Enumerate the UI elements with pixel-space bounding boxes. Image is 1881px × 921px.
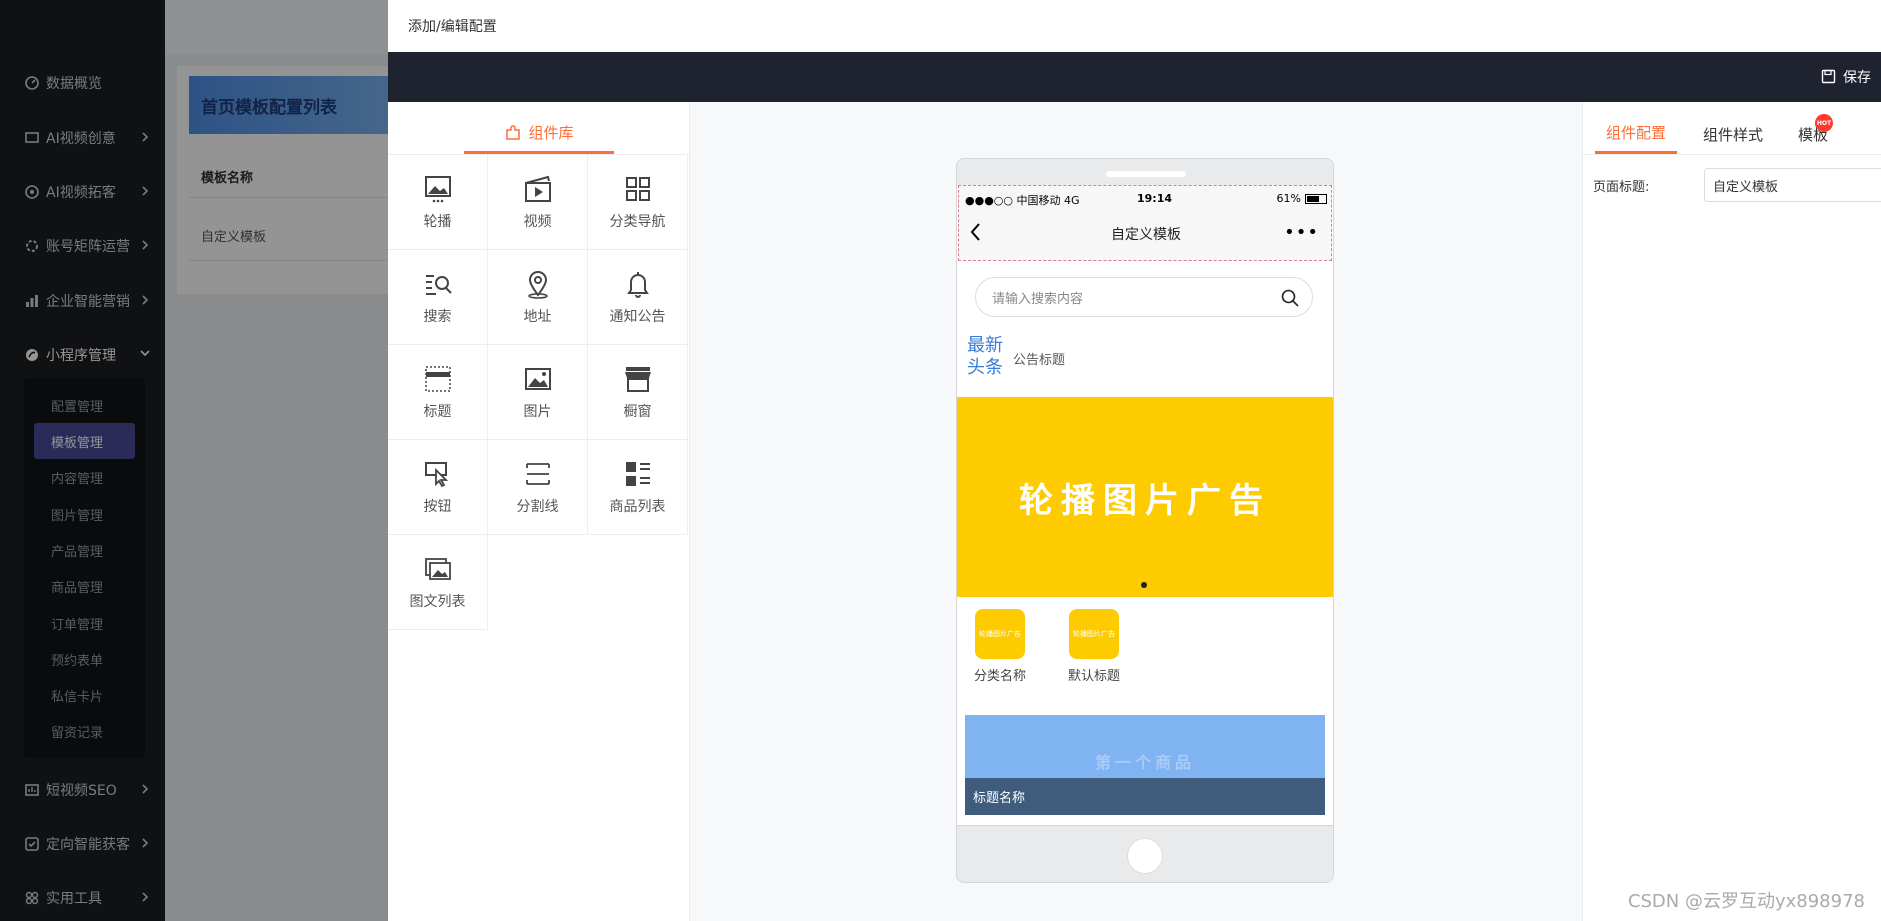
component-carousel[interactable]: 轮播 xyxy=(388,155,488,250)
phone-screen: ●●●○○ 中国移动 4G 19:14 61% 自定义模板 ••• 请输入搜索内… xyxy=(957,185,1333,825)
nav-title: 自定义模板 xyxy=(1111,227,1181,243)
tab-component-library[interactable]: 组件库 xyxy=(464,114,614,154)
page-title-label: 页面标题: xyxy=(1593,180,1650,195)
battery-icon xyxy=(1305,193,1327,204)
battery: 61% xyxy=(1277,192,1327,205)
component-label: 标题 xyxy=(423,404,452,420)
component-label: 图文列表 xyxy=(409,594,466,610)
storefront-icon xyxy=(622,363,654,395)
config-panel: 组件配置 组件样式 模板 HOT 页面标题: 自定义模板 xyxy=(1582,102,1881,921)
search-list-icon xyxy=(422,268,454,300)
product-card[interactable]: 第一个商品 标题名称 xyxy=(965,715,1325,815)
page-nav-area[interactable]: ●●●○○ 中国移动 4G 19:14 61% 自定义模板 ••• xyxy=(958,185,1332,261)
divider xyxy=(1583,154,1881,155)
csdn-watermark: CSDN @云罗互动yx898978 xyxy=(1627,891,1865,912)
notice-title: 公告标题 xyxy=(1013,353,1066,368)
status-bar: ●●●○○ 中国移动 4G 19:14 61% xyxy=(965,190,1327,208)
category-thumb: 轮播图片广告 xyxy=(1069,609,1119,659)
image-icon xyxy=(522,363,554,395)
component-divider[interactable]: 分割线 xyxy=(488,440,588,535)
notice-component[interactable]: 最新头条 公告标题 xyxy=(967,335,1327,381)
hot-badge: HOT xyxy=(1815,114,1833,132)
product-list-icon xyxy=(622,458,654,490)
phone-speaker xyxy=(1106,171,1186,177)
component-label: 分割线 xyxy=(516,499,559,515)
component-address[interactable]: 地址 xyxy=(488,250,588,345)
banner-text: 轮播图片广告 xyxy=(1019,480,1271,521)
component-label: 搜索 xyxy=(423,309,452,325)
component-search[interactable]: 搜索 xyxy=(388,250,488,345)
search-icon xyxy=(1280,288,1300,308)
category-label: 默认标题 xyxy=(1067,669,1120,684)
component-label: 橱窗 xyxy=(623,404,652,420)
category-label: 分类名称 xyxy=(973,669,1026,684)
tab-label: 组件库 xyxy=(528,124,574,142)
pointer-click-icon xyxy=(422,458,454,490)
grid-icon xyxy=(622,173,654,205)
component-library: 组件库 轮播 视频 分类导航 搜索 地址 通知公告 标题 图片 橱窗 按钮 分割… xyxy=(388,102,690,921)
component-title[interactable]: 标题 xyxy=(388,345,488,440)
floppy-disk-icon xyxy=(1821,69,1837,85)
save-button[interactable]: 保存 xyxy=(1821,67,1871,87)
component-label: 轮播 xyxy=(423,214,452,230)
category-item[interactable]: 轮播图片广告 分类名称 xyxy=(967,609,1033,684)
edit-config-drawer: 添加/编辑配置 保存 组件库 轮播 视频 分类导航 搜索 地址 通知公告 标题 … xyxy=(388,0,1881,921)
component-label: 视频 xyxy=(523,214,552,230)
gallery-icon xyxy=(422,553,454,585)
image-carousel-icon xyxy=(422,173,454,205)
video-clapper-icon xyxy=(522,173,554,205)
product-title: 标题名称 xyxy=(965,778,1325,815)
product-watermark: 第一个商品 xyxy=(1094,753,1195,772)
component-label: 按钮 xyxy=(423,499,452,515)
location-pin-icon xyxy=(522,268,554,300)
component-label: 地址 xyxy=(523,309,552,325)
phone-frame: ●●●○○ 中国移动 4G 19:14 61% 自定义模板 ••• 请输入搜索内… xyxy=(956,158,1334,883)
notice-headline: 最新头条 xyxy=(967,335,1003,378)
category-thumb: 轮播图片广告 xyxy=(975,609,1025,659)
component-video[interactable]: 视频 xyxy=(488,155,588,250)
tab-component-config[interactable]: 组件配置 xyxy=(1595,114,1677,154)
save-label: 保存 xyxy=(1843,70,1871,86)
title-icon xyxy=(422,363,454,395)
search-placeholder: 请输入搜索内容 xyxy=(992,291,1084,307)
carousel-dot xyxy=(1141,582,1147,588)
component-showcase[interactable]: 橱窗 xyxy=(588,345,688,440)
component-category-nav[interactable]: 分类导航 xyxy=(588,155,688,250)
carousel-banner[interactable]: 轮播图片广告 xyxy=(957,397,1333,597)
toolbar: 保存 xyxy=(388,52,1881,102)
page-title-input[interactable]: 自定义模板 xyxy=(1704,168,1881,202)
component-product-list[interactable]: 商品列表 xyxy=(588,440,688,535)
component-label: 通知公告 xyxy=(609,309,666,325)
preview-canvas: ●●●○○ 中国移动 4G 19:14 61% 自定义模板 ••• 请输入搜索内… xyxy=(690,102,1582,921)
carrier-text: ●●●○○ 中国移动 4G xyxy=(965,194,1080,207)
more-icon: ••• xyxy=(1284,222,1319,243)
component-label: 图片 xyxy=(523,404,552,420)
component-label: 分类导航 xyxy=(609,214,666,230)
tab-component-style[interactable]: 组件样式 xyxy=(1703,114,1763,154)
drawer-title: 添加/编辑配置 xyxy=(408,19,497,35)
puzzle-icon xyxy=(504,124,522,142)
bell-icon xyxy=(622,268,654,300)
phone-home-button xyxy=(1127,838,1163,874)
divider-icon xyxy=(522,458,554,490)
component-gallery-list[interactable]: 图文列表 xyxy=(388,535,488,630)
status-time: 19:14 xyxy=(1137,192,1173,205)
search-component[interactable]: 请输入搜索内容 xyxy=(975,277,1313,317)
component-label: 商品列表 xyxy=(609,499,666,515)
component-button[interactable]: 按钮 xyxy=(388,440,488,535)
battery-percent: 61% xyxy=(1276,192,1301,205)
component-notice[interactable]: 通知公告 xyxy=(588,250,688,345)
category-item[interactable]: 轮播图片广告 默认标题 xyxy=(1061,609,1127,684)
component-image[interactable]: 图片 xyxy=(488,345,588,440)
